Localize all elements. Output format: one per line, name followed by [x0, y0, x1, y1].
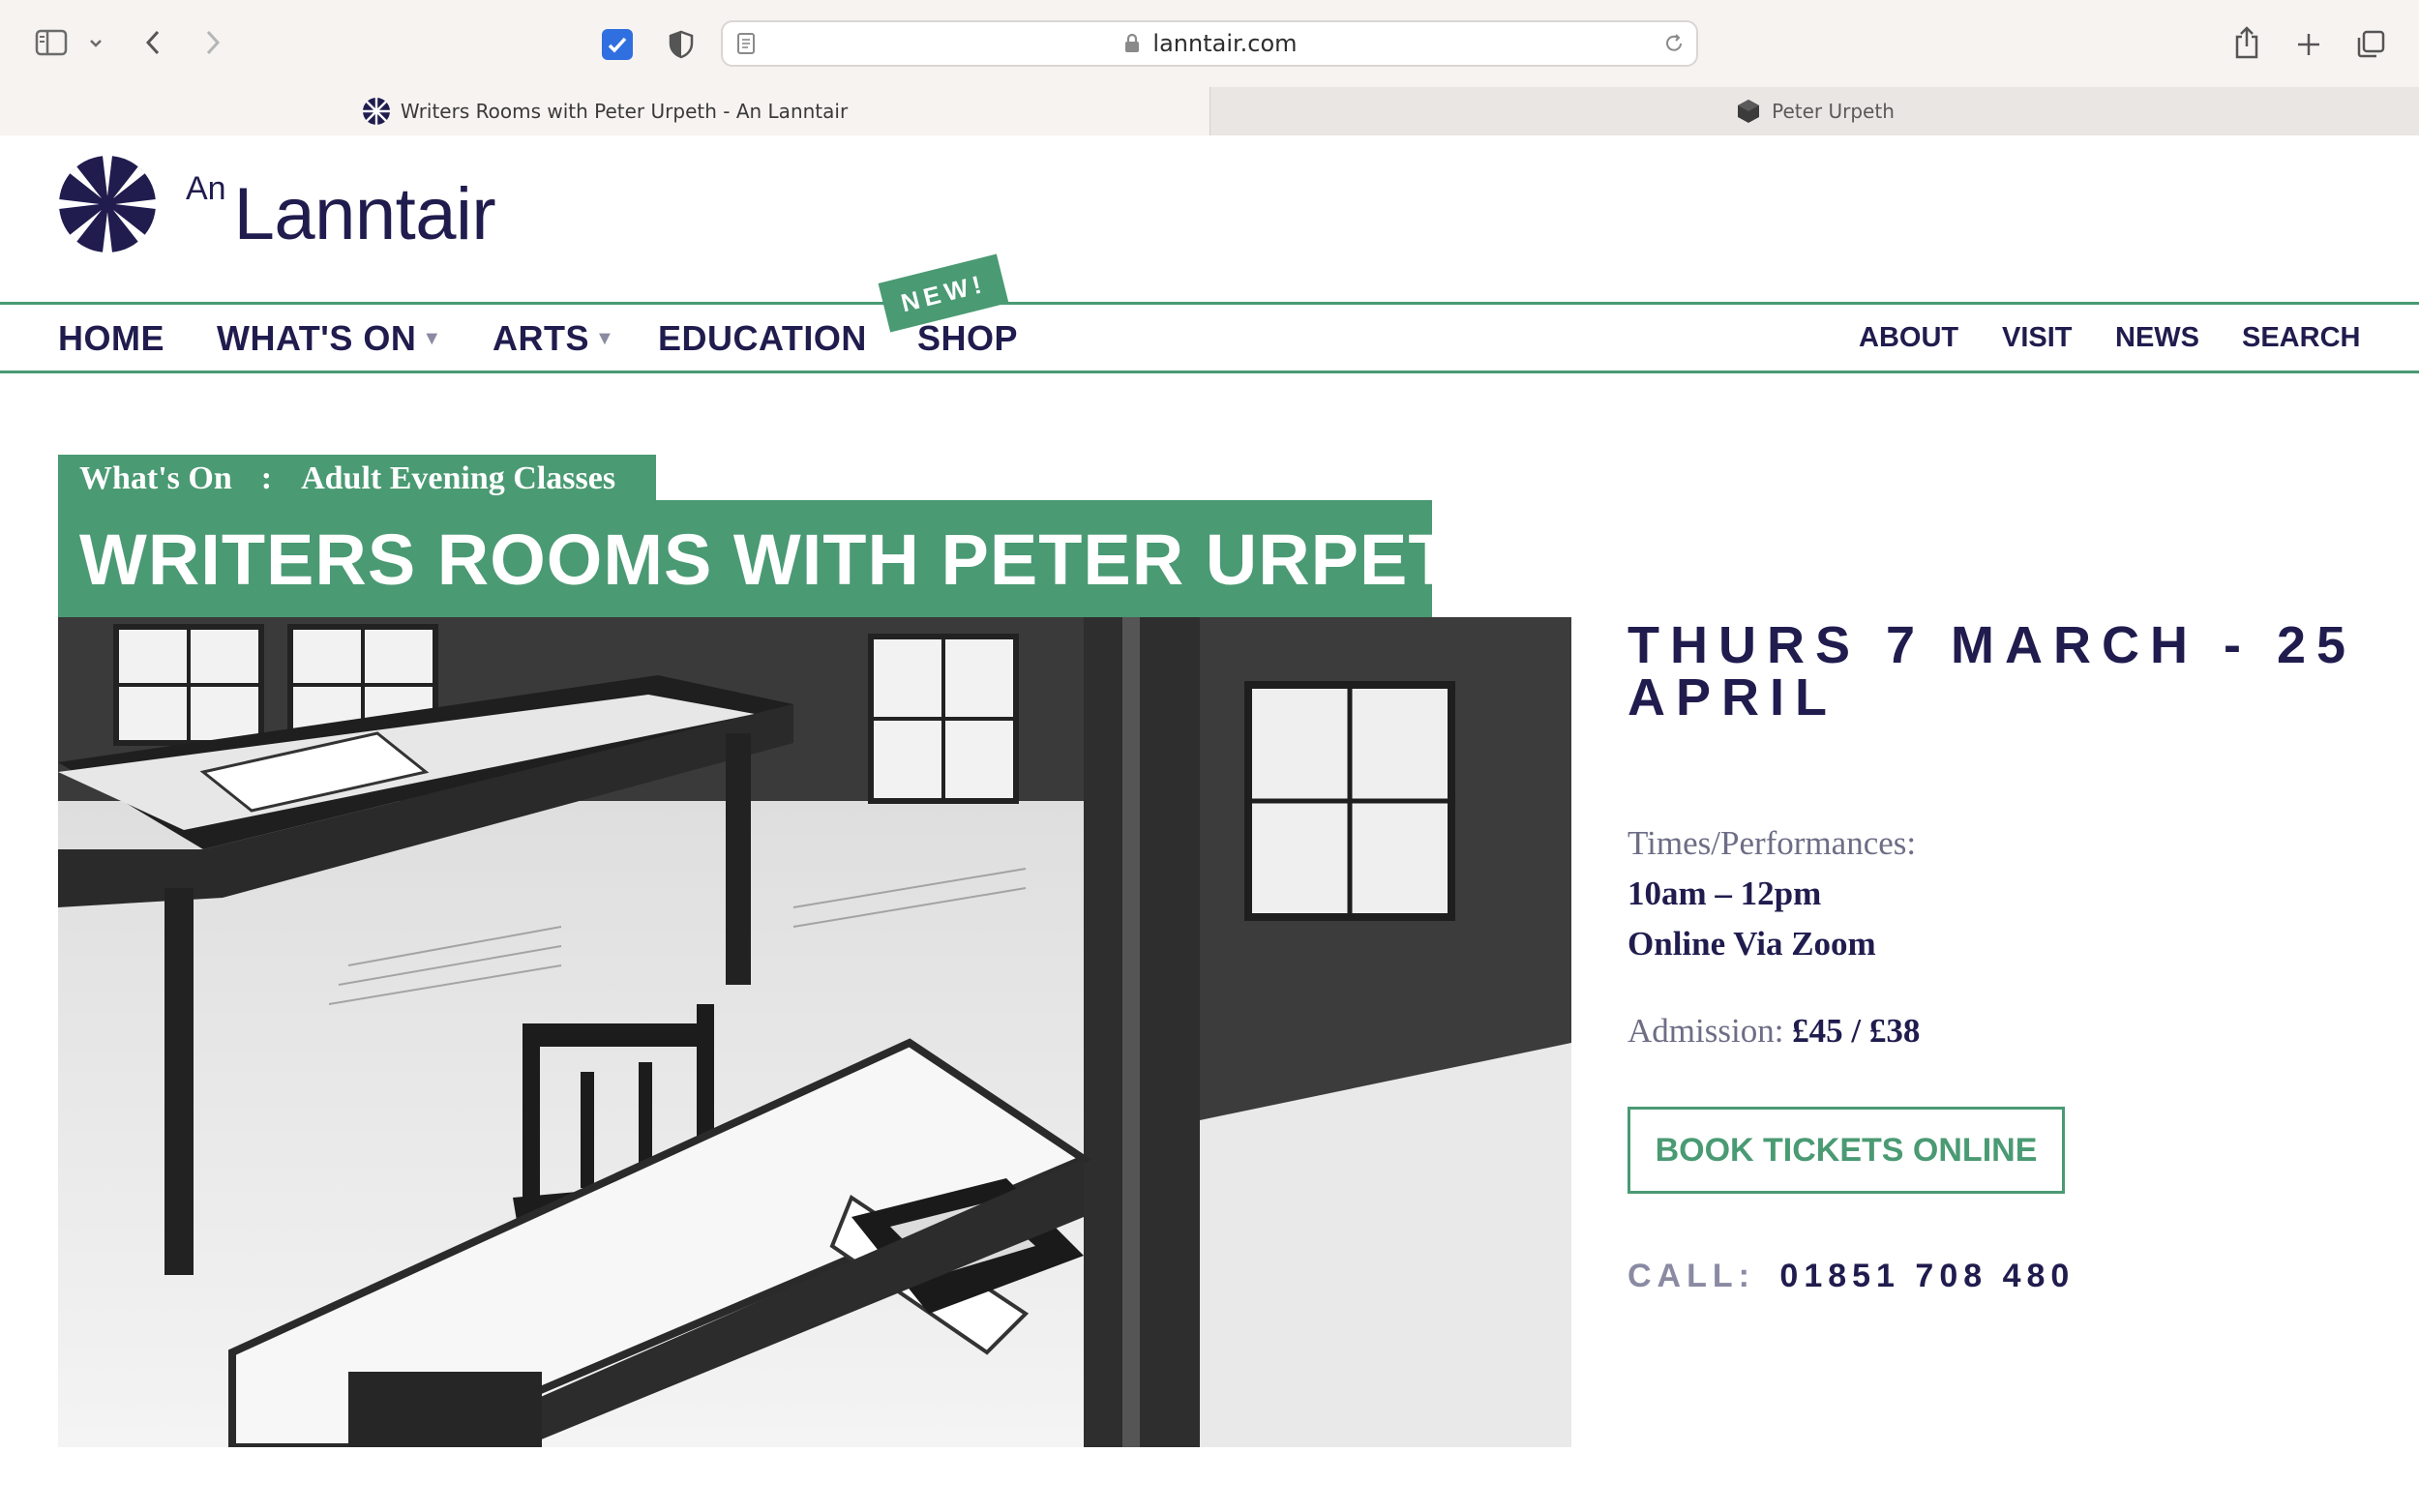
call-info: CALL: 01851 708 480 — [1628, 1258, 2075, 1295]
nav-arts[interactable]: ARTS ▼ — [493, 318, 614, 359]
tab-peter-urpeth[interactable]: Peter Urpeth — [1210, 87, 2419, 135]
address-bar[interactable]: lanntair.com — [721, 20, 1698, 67]
admission: Admission: £45 / £38 — [1628, 1012, 1920, 1051]
extension-checklist-icon[interactable] — [600, 27, 635, 62]
back-arrow-icon[interactable] — [135, 23, 170, 62]
sidebar-toggle-icon[interactable] — [29, 25, 74, 60]
times-label: Times/Performances: — [1628, 824, 1917, 862]
url-display[interactable]: lanntair.com — [723, 22, 1696, 65]
lanntair-favicon-icon — [362, 98, 390, 125]
url-text: lanntair.com — [1152, 30, 1298, 57]
tab-overview-icon[interactable] — [2351, 25, 2390, 64]
nav-label: EDUCATION — [658, 318, 867, 358]
breadcrumb-adult-evening-classes[interactable]: Adult Evening Classes — [301, 460, 615, 497]
site-logo[interactable]: An Lanntair — [58, 153, 496, 269]
breadcrumb-separator: : — [260, 460, 273, 496]
book-tickets-button[interactable]: BOOK TICKETS ONLINE — [1628, 1107, 2065, 1194]
event-time: 10am – 12pm — [1628, 875, 1822, 912]
event-title-bar: WRITERS ROOMS WITH PETER URPETH — [58, 500, 1505, 618]
share-icon[interactable] — [2227, 21, 2266, 64]
admission-label: Admission: — [1628, 1012, 1784, 1050]
lock-icon — [1125, 33, 1140, 52]
main-nav: HOME WHAT'S ON ▼ ARTS ▼ EDUCATION SHOP NEW… — [0, 253, 2419, 373]
call-label: CALL: — [1628, 1258, 1755, 1294]
dropdown-caret-icon: ▼ — [422, 328, 442, 349]
tab-bar: Writers Rooms with Peter Urpeth - An Lan… — [0, 87, 2419, 135]
browser-chrome: lanntair.com Writers Rooms with Peter Ur… — [0, 0, 2419, 135]
nav-whats-on[interactable]: WHAT'S ON ▼ — [217, 318, 442, 359]
nav-home[interactable]: HOME — [58, 318, 164, 359]
nav-label: HOME — [58, 318, 164, 358]
cube-favicon-icon — [1738, 100, 1760, 123]
privacy-shield-icon[interactable] — [664, 27, 699, 62]
logo-prefix: An — [186, 170, 226, 207]
browser-toolbar: lanntair.com — [0, 0, 2419, 87]
chevron-down-icon[interactable] — [83, 29, 108, 58]
event-location: Online Via Zoom — [1628, 925, 1876, 963]
breadcrumb-whats-on[interactable]: What's On — [79, 460, 232, 497]
tab-title: Peter Urpeth — [1772, 100, 1895, 123]
nav-shop[interactable]: SHOP — [917, 318, 1018, 359]
nav-label: SHOP — [917, 318, 1019, 358]
nav-visit[interactable]: VISIT — [2002, 322, 2073, 354]
reload-icon[interactable] — [1661, 31, 1687, 56]
nav-label: WHAT'S ON — [217, 318, 417, 358]
nav-education[interactable]: EDUCATION — [658, 318, 867, 359]
writers-room-illustration — [58, 617, 1571, 1447]
breadcrumb: What's On : Adult Evening Classes — [58, 455, 657, 503]
lanntair-logo-icon — [59, 156, 156, 252]
phone-number-link[interactable]: 01851 708 480 — [1779, 1258, 2075, 1294]
nav-news[interactable]: NEWS — [2115, 322, 2199, 354]
tab-writers-rooms[interactable]: Writers Rooms with Peter Urpeth - An Lan… — [0, 87, 1210, 135]
tab-title: Writers Rooms with Peter Urpeth - An Lan… — [400, 100, 849, 123]
event-hero-image — [58, 617, 1571, 1447]
nav-search[interactable]: SEARCH — [2242, 322, 2360, 354]
nav-about[interactable]: ABOUT — [1859, 322, 1958, 354]
logo-name: Lanntair — [233, 173, 496, 255]
forward-arrow-icon[interactable] — [195, 23, 230, 62]
page-title: WRITERS ROOMS WITH PETER URPETH — [79, 519, 1506, 600]
admission-price: £45 / £38 — [1792, 1012, 1921, 1050]
dropdown-caret-icon: ▼ — [595, 328, 615, 349]
new-tab-plus-icon[interactable] — [2289, 25, 2328, 64]
event-date: THURS 7 MARCH - 25 APRIL — [1628, 616, 2357, 726]
nav-label: ARTS — [493, 318, 589, 358]
